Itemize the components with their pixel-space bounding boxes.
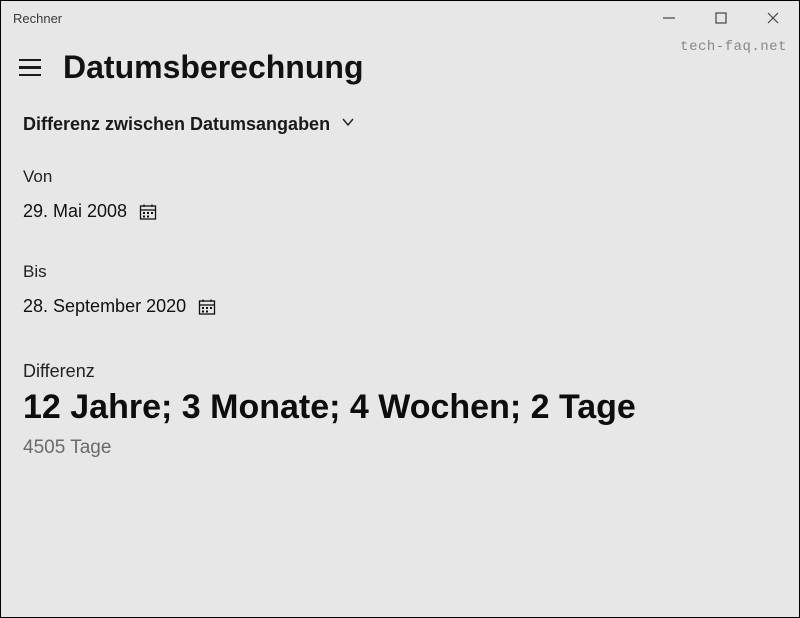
to-label: Bis <box>23 262 777 282</box>
from-date-value: 29. Mai 2008 <box>23 201 127 222</box>
chevron-down-icon <box>340 114 356 135</box>
titlebar: Rechner <box>1 1 799 35</box>
menu-button[interactable] <box>19 56 43 80</box>
app-window: Rechner tech-faq.net <box>0 0 800 618</box>
from-date-picker[interactable]: 29. Mai 2008 <box>23 201 777 222</box>
minimize-button[interactable] <box>643 1 695 35</box>
calendar-icon <box>198 298 216 316</box>
to-date-picker[interactable]: 28. September 2020 <box>23 296 777 317</box>
hamburger-icon <box>19 59 41 62</box>
to-date-value: 28. September 2020 <box>23 296 186 317</box>
mode-dropdown-label: Differenz zwischen Datumsangaben <box>23 114 330 135</box>
content-area: Differenz zwischen Datumsangaben Von 29.… <box>1 114 799 459</box>
window-controls <box>643 1 799 35</box>
close-button[interactable] <box>747 1 799 35</box>
from-label: Von <box>23 167 777 187</box>
close-icon <box>767 12 779 24</box>
minimize-icon <box>663 12 675 24</box>
maximize-button[interactable] <box>695 1 747 35</box>
calendar-icon <box>139 203 157 221</box>
result-days: 4505 Tage <box>23 437 777 459</box>
page-title: Datumsberechnung <box>63 49 363 86</box>
result-main: 12 Jahre; 3 Monate; 4 Wochen; 2 Tage <box>23 388 777 427</box>
watermark-text: tech-faq.net <box>680 39 787 55</box>
window-title: Rechner <box>13 11 643 26</box>
result-label: Differenz <box>23 361 777 382</box>
maximize-icon <box>715 12 727 24</box>
mode-dropdown[interactable]: Differenz zwischen Datumsangaben <box>23 114 777 135</box>
